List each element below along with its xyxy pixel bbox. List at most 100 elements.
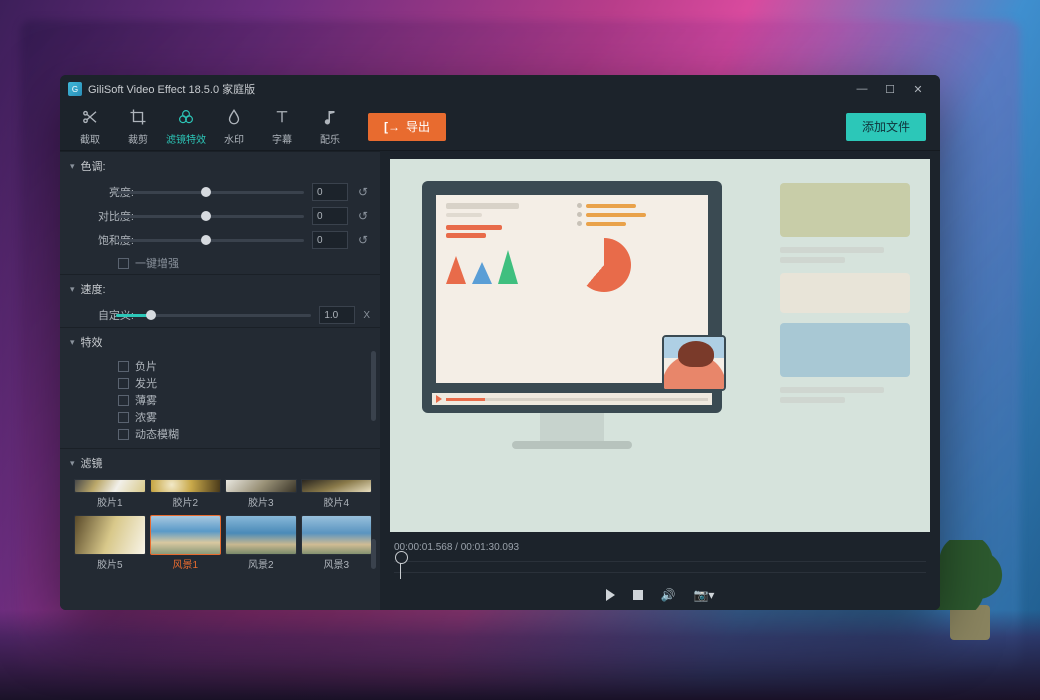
effect-item[interactable]: 发光 [118,375,370,391]
filter-item[interactable]: 胶片1 [74,479,146,511]
effect-item[interactable]: 薄雾 [118,392,370,408]
filter-grid: 胶片1 胶片2 胶片3 胶片4 胶片5 风景1 风景2 风景3 [60,477,380,610]
filter-item[interactable]: 风景1 [150,515,222,573]
slider-value[interactable]: 0 [312,207,348,225]
reset-icon[interactable]: ↺ [356,209,370,223]
slider-value[interactable]: 0 [312,231,348,249]
section-title: 色调: [81,158,106,174]
caret-down-icon: ▾ [70,161,75,172]
reset-icon[interactable]: ↺ [356,233,370,247]
slider-value[interactable]: 0 [312,183,348,201]
slider-thumb[interactable] [146,310,156,320]
effect-item[interactable]: 动态模糊 [118,426,370,442]
checkbox[interactable] [118,429,129,440]
export-label: 导出 [406,118,430,135]
tab-label: 截取 [80,131,100,146]
slider-contrast: 对比度: 0 ↺ [60,204,380,228]
filter-thumbnail [301,479,373,493]
window-title: GiliSoft Video Effect 18.5.0 家庭版 [88,81,255,97]
tab-label: 字幕 [272,131,292,146]
play-icon [606,589,615,601]
section-header-tone[interactable]: ▾ 色调: [60,152,380,180]
filter-item[interactable]: 风景2 [225,515,297,573]
timeline: 00:00:01.568 / 00:01:30.093 🔊 📷▾ [380,536,940,610]
stop-icon [633,590,643,600]
filter-thumbnail [301,515,373,555]
section-title: 特效 [81,334,103,350]
timeline-tracks[interactable] [394,555,926,584]
slider-track[interactable] [116,239,304,242]
filter-item[interactable]: 胶片3 [225,479,297,511]
slider-track[interactable] [116,314,311,317]
tab-label: 滤镜特效 [166,131,206,146]
section-effects: ▾ 特效 负片 发光 薄雾 浓雾 动态模糊 [60,327,380,448]
filter-icon [177,108,195,130]
crop-icon [129,108,147,130]
export-button[interactable]: [→ 导出 [368,113,446,141]
tab-label: 裁剪 [128,131,148,146]
filter-item[interactable]: 胶片4 [301,479,373,511]
slider-saturation: 饱和度: 0 ↺ [60,228,380,252]
stop-button[interactable] [633,588,643,602]
filter-thumbnail [225,515,297,555]
effects-list: 负片 发光 薄雾 浓雾 动态模糊 [60,356,380,448]
speed-suffix: X [363,310,370,321]
tab-watermark[interactable]: 水印 [210,105,258,149]
snapshot-button[interactable]: 📷▾ [693,588,714,602]
tab-filter-effects[interactable]: 滤镜特效 [162,105,210,149]
filter-thumbnail [225,479,297,493]
slider-track[interactable] [116,215,304,218]
section-speed: ▾ 速度: 自定义: 1.0 X [60,274,380,327]
timecode-label: 00:00:01.568 / 00:01:30.093 [394,540,926,555]
speed-value[interactable]: 1.0 [319,306,355,324]
slider-thumb[interactable] [201,211,211,221]
desk-plant [930,540,1010,640]
reset-icon[interactable]: ↺ [356,185,370,199]
filter-thumbnail [74,479,146,493]
minimize-button[interactable]: — [848,83,876,95]
section-header-effects[interactable]: ▾ 特效 [60,328,380,356]
app-body: ▾ 色调: 亮度: 0 ↺ 对比度: 0 ↺ [60,151,940,610]
section-filters: ▾ 滤镜 胶片1 胶片2 胶片3 胶片4 胶片5 风景1 风景2 风景3 [60,448,380,610]
checkbox[interactable] [118,361,129,372]
music-icon [321,108,339,130]
checkbox-enhance[interactable] [118,258,129,269]
playhead[interactable] [400,555,401,579]
tab-subtitle[interactable]: 字幕 [258,105,306,149]
slider-brightness: 亮度: 0 ↺ [60,180,380,204]
filter-thumbnail [150,515,222,555]
add-file-button[interactable]: 添加文件 [846,113,926,141]
desk-edge [0,610,1040,700]
titlebar[interactable]: G GiliSoft Video Effect 18.5.0 家庭版 — ☐ ✕ [60,75,940,103]
effect-item[interactable]: 浓雾 [118,409,370,425]
right-panel: 00:00:01.568 / 00:01:30.093 🔊 📷▾ [380,151,940,610]
scrollbar[interactable] [371,351,376,421]
video-preview[interactable] [390,159,930,532]
effect-item[interactable]: 负片 [118,358,370,374]
volume-button[interactable]: 🔊 [661,588,676,602]
app-window: G GiliSoft Video Effect 18.5.0 家庭版 — ☐ ✕… [60,75,940,610]
checkbox[interactable] [118,412,129,423]
slider-thumb[interactable] [201,187,211,197]
section-header-speed[interactable]: ▾ 速度: [60,275,380,303]
left-panel: ▾ 色调: 亮度: 0 ↺ 对比度: 0 ↺ [60,151,380,610]
section-title: 速度: [81,281,106,297]
section-header-filters[interactable]: ▾ 滤镜 [60,449,380,477]
checkbox[interactable] [118,378,129,389]
tab-crop[interactable]: 裁剪 [114,105,162,149]
slider-track[interactable] [116,191,304,194]
filter-item[interactable]: 胶片5 [74,515,146,573]
tab-cut[interactable]: 截取 [66,105,114,149]
scene-monitor [422,181,722,413]
maximize-button[interactable]: ☐ [876,83,904,96]
slider-thumb[interactable] [201,235,211,245]
checkbox[interactable] [118,395,129,406]
close-button[interactable]: ✕ [904,83,932,96]
play-button[interactable] [606,588,615,602]
filter-item[interactable]: 胶片2 [150,479,222,511]
scrollbar[interactable] [371,539,376,569]
tab-music[interactable]: 配乐 [306,105,354,149]
app-icon: G [68,82,82,96]
filter-item[interactable]: 风景3 [301,515,373,573]
main-toolbar: 截取 裁剪 滤镜特效 水印 字幕 [60,103,940,151]
